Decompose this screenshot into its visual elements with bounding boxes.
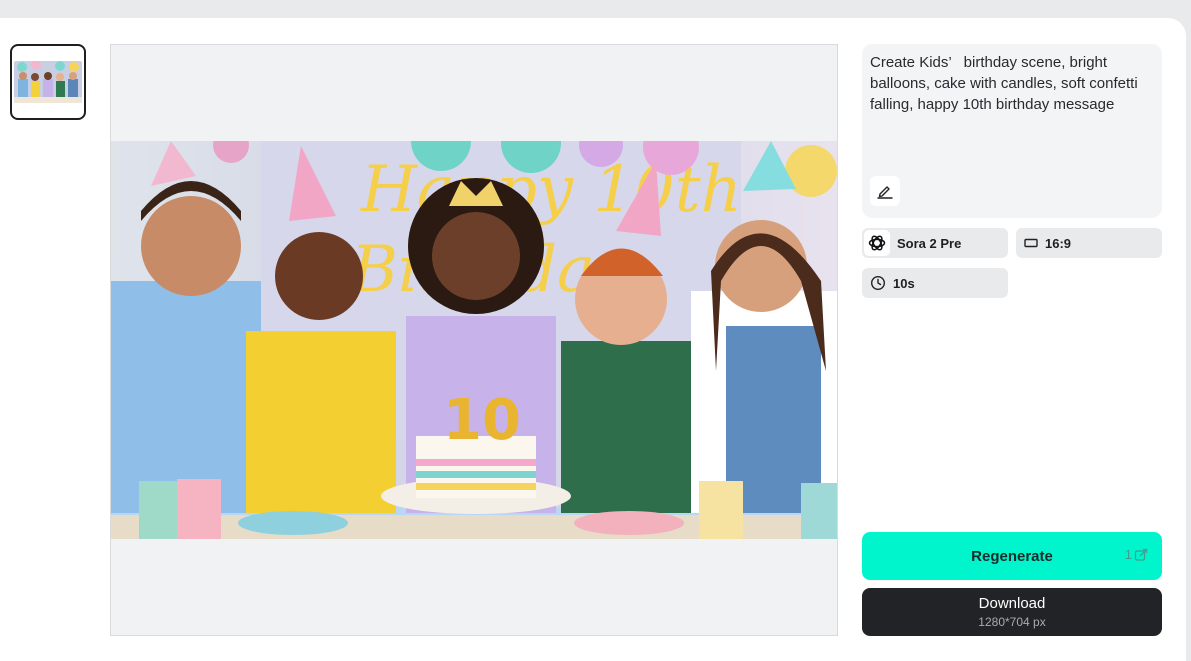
svg-text:10: 10 — [443, 388, 521, 453]
clock-icon — [870, 275, 886, 291]
thumbnail-image — [14, 61, 82, 103]
download-button[interactable]: Download 1280*704 px — [862, 588, 1162, 636]
credit-icon — [1134, 548, 1148, 561]
regenerate-label: Regenerate — [971, 547, 1053, 565]
birthday-party-image: Happy 10th Birthday — [111, 141, 837, 539]
preview-canvas: Happy 10th Birthday — [110, 44, 838, 636]
regenerate-cost-value: 1 — [1124, 547, 1132, 562]
history-thumbnail[interactable] — [10, 44, 86, 120]
prompt-text[interactable]: Create Kids’ birthday scene, bright ball… — [870, 52, 1152, 115]
aspect-ratio-icon — [1024, 238, 1038, 248]
prompt-box[interactable]: Create Kids’ birthday scene, bright ball… — [862, 44, 1162, 218]
edit-pen-icon — [877, 186, 893, 199]
openai-logo-icon — [864, 230, 890, 256]
edit-prompt-button[interactable] — [870, 176, 900, 206]
aspect-ratio-selector[interactable]: 16:9 — [1016, 228, 1162, 258]
model-selector[interactable]: Sora 2 Pre — [862, 228, 1008, 258]
duration-label: 10s — [893, 275, 915, 291]
download-size: 1280*704 px — [978, 615, 1046, 629]
aspect-ratio-label: 16:9 — [1045, 235, 1072, 251]
regenerate-button[interactable]: Regenerate 1 — [862, 532, 1162, 580]
regenerate-cost: 1 — [1125, 547, 1148, 562]
duration-selector[interactable]: 10s — [862, 268, 1008, 298]
download-label: Download — [978, 595, 1046, 612]
generation-panel: Happy 10th Birthday — [0, 18, 1186, 661]
model-label: Sora 2 Pre — [897, 235, 962, 251]
